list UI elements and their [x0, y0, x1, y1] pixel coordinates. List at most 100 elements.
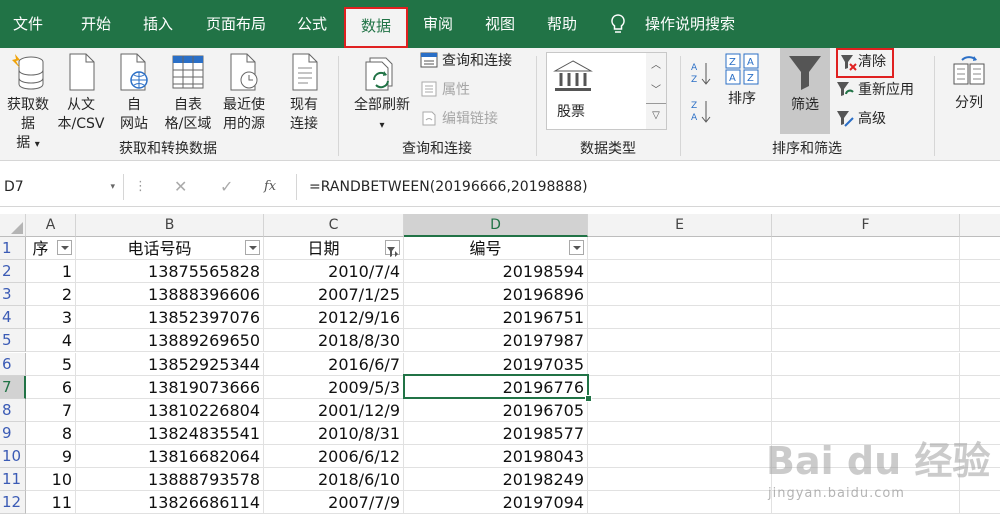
column-header-c[interactable]: C	[264, 214, 404, 237]
column-header-b[interactable]: B	[76, 214, 264, 237]
cell[interactable]	[772, 306, 960, 329]
tab-data[interactable]: 数据	[344, 7, 408, 48]
cell[interactable]	[588, 306, 772, 329]
cell[interactable]: 20198577	[404, 422, 588, 445]
cell[interactable]	[588, 468, 772, 491]
name-box[interactable]: D7 ▾	[0, 174, 124, 200]
cell[interactable]: 5	[26, 353, 76, 376]
row-header[interactable]: 7	[0, 376, 26, 399]
cell[interactable]	[960, 353, 1000, 376]
cell[interactable]: 13824835541	[76, 422, 264, 445]
cell[interactable]: 13819073666	[76, 376, 264, 399]
column-header-e[interactable]: E	[588, 214, 772, 237]
tab-home[interactable]: 开始	[72, 0, 120, 48]
column-header-g[interactable]	[960, 214, 1000, 237]
function-fx-icon[interactable]: fx	[264, 174, 276, 200]
cell[interactable]: 20198043	[404, 445, 588, 468]
row-header[interactable]: 10	[0, 445, 26, 468]
cell[interactable]: 20198594	[404, 260, 588, 283]
tab-file[interactable]: 文件	[6, 0, 50, 48]
cell[interactable]: 20196751	[404, 306, 588, 329]
from-web-button[interactable]: 自网站	[112, 52, 156, 134]
cell[interactable]	[772, 237, 960, 260]
cell[interactable]: 20198249	[404, 468, 588, 491]
sort-a-z-icon[interactable]: AZ	[690, 60, 712, 92]
cell[interactable]: 2018/8/30	[264, 329, 404, 352]
cell[interactable]	[960, 260, 1000, 283]
select-all-corner[interactable]	[0, 214, 26, 237]
from-table-range-button[interactable]: 自表 格/区域	[160, 52, 216, 134]
cell[interactable]: 13888396606	[76, 283, 264, 306]
row-header[interactable]: 12	[0, 491, 26, 514]
cell[interactable]	[588, 237, 772, 260]
cell[interactable]: 2018/6/10	[264, 468, 404, 491]
cell[interactable]: 6	[26, 376, 76, 399]
cell[interactable]	[772, 376, 960, 399]
row-header[interactable]: 6	[0, 353, 26, 376]
cell[interactable]: 2006/6/12	[264, 445, 404, 468]
cell[interactable]: 20197094	[404, 491, 588, 514]
cell[interactable]	[588, 422, 772, 445]
stocks-data-type[interactable]: 股票	[557, 101, 585, 121]
cell[interactable]: 20196896	[404, 283, 588, 306]
header-cell[interactable]: 日期	[264, 237, 404, 260]
cell[interactable]: 2007/1/25	[264, 283, 404, 306]
cell[interactable]	[960, 283, 1000, 306]
cell[interactable]	[588, 376, 772, 399]
filter-dropdown-icon[interactable]	[57, 240, 72, 255]
enter-check-icon[interactable]: ✓	[220, 174, 233, 200]
cell[interactable]: 13852925344	[76, 353, 264, 376]
tab-review[interactable]: 审阅	[414, 0, 462, 48]
row-header[interactable]: 9	[0, 422, 26, 445]
data-types-gallery[interactable]: 股票	[546, 52, 648, 130]
row-header[interactable]: 4	[0, 306, 26, 329]
chevron-down-icon[interactable]: ﹀	[646, 78, 666, 103]
tell-me-search[interactable]: 操作说明搜索	[640, 0, 740, 48]
cell[interactable]	[772, 353, 960, 376]
column-header-a[interactable]: A	[26, 214, 76, 237]
gallery-more-icon[interactable]: ▽	[646, 103, 666, 128]
header-cell[interactable]: 编号	[404, 237, 588, 260]
cancel-icon[interactable]: ✕	[174, 174, 187, 200]
advanced-filter-button[interactable]: 高级	[836, 108, 906, 130]
row-header[interactable]: 2	[0, 260, 26, 283]
cell[interactable]: 13810226804	[76, 399, 264, 422]
cell[interactable]: 11	[26, 491, 76, 514]
tab-insert[interactable]: 插入	[134, 0, 182, 48]
row-header[interactable]: 3	[0, 283, 26, 306]
queries-connections-button[interactable]: 查询和连接	[420, 50, 530, 72]
cell[interactable]: 20196705	[404, 399, 588, 422]
cell[interactable]: 20197987	[404, 329, 588, 352]
cell[interactable]: 2009/5/3	[264, 376, 404, 399]
filter-dropdown-icon[interactable]	[245, 240, 260, 255]
cell[interactable]: 13826686114	[76, 491, 264, 514]
column-header-f[interactable]: F	[772, 214, 960, 237]
properties-button[interactable]: 属性	[420, 79, 530, 101]
refresh-all-button[interactable]: 全部刷新 ▾	[346, 54, 418, 135]
filter-button[interactable]: 筛选	[780, 48, 830, 134]
column-header-d[interactable]: D	[404, 214, 588, 237]
cell[interactable]	[960, 376, 1000, 399]
cell[interactable]: 2016/6/7	[264, 353, 404, 376]
cell[interactable]: 20197035	[404, 353, 588, 376]
cell[interactable]	[960, 399, 1000, 422]
reapply-button[interactable]: 重新应用	[836, 79, 926, 101]
cell[interactable]: 13816682064	[76, 445, 264, 468]
cell[interactable]: 2010/8/31	[264, 422, 404, 445]
tab-formulas[interactable]: 公式	[288, 0, 336, 48]
cell[interactable]: 4	[26, 329, 76, 352]
cell[interactable]: 13852397076	[76, 306, 264, 329]
tab-view[interactable]: 视图	[476, 0, 524, 48]
cell[interactable]: 2010/7/4	[264, 260, 404, 283]
row-header[interactable]: 8	[0, 399, 26, 422]
cell[interactable]	[588, 491, 772, 514]
formula-input[interactable]: =RANDBETWEEN(20196666,20198888)	[296, 174, 1000, 200]
existing-connections-button[interactable]: 现有 连接	[280, 52, 328, 134]
cell[interactable]	[772, 399, 960, 422]
sort-button[interactable]: ZA AZ 排序	[720, 52, 764, 109]
active-filter-icon[interactable]	[385, 240, 400, 257]
cell[interactable]: 2012/9/16	[264, 306, 404, 329]
cell[interactable]	[960, 306, 1000, 329]
cell[interactable]: 7	[26, 399, 76, 422]
cell[interactable]: 1	[26, 260, 76, 283]
